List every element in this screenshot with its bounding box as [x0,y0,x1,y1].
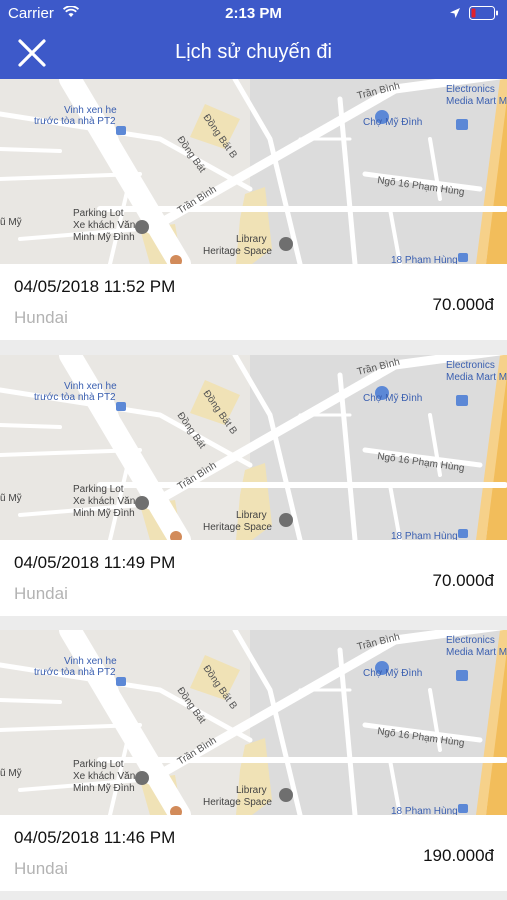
map-label-parking-3: Minh Mỹ Đình [73,783,135,794]
map-label-u-my: ũ Mỹ [0,217,22,228]
clock: 2:13 PM [225,5,282,22]
map-label-pham-hung: 18 Phạm Hùng [391,531,458,540]
map-label-electronics-2: Media Mart M [446,96,507,107]
trip-datetime: 04/05/2018 11:52 PM [14,277,176,296]
map-label-library-1: Library [236,234,267,245]
map-label-pham-hung: 18 Phạm Hùng [391,255,458,264]
map-label-parking-2: Xe khách Văn [73,220,135,231]
map-image: Trần Bình ElectronicsMedia Mart MChợ Mỹ Đ… [0,79,507,264]
map-image: Trần Bình ElectronicsMedia Mart MChợ Mỹ Đ… [0,630,507,815]
map-label-library-1: Library [236,785,267,796]
trip-car: Hundai [14,308,68,327]
trip-datetime: 04/05/2018 11:46 PM [14,828,176,847]
trip-card[interactable]: Trần Bình Electronics Media Mart M Chợ Mỹ Đ… [0,79,507,340]
location-arrow-icon [450,8,460,18]
map-label-vinh-xen-2: trước tòa nhà PT2 [34,116,116,127]
map-label-vinh-xen-2: trước tòa nhà PT2 [34,667,116,678]
map-label-parking-1: Parking Lot [73,484,124,495]
trip-price: 70.000đ [432,295,494,314]
map-label-parking-3: Minh Mỹ Đình [73,508,135,519]
battery-icon [469,6,498,20]
trip-price: 190.000đ [423,846,494,865]
trip-car: Hundai [14,859,68,878]
map-label-vinh-xen-1: Vinh xen he [64,381,117,392]
map-label-electronics-2: Media Mart M [446,647,507,658]
map-label-parking-1: Parking Lot [73,208,124,219]
trip-price: 70.000đ [432,571,494,590]
map-label-cho-my-dinh: Chợ Mỹ Đình [363,117,422,128]
trip-map: Trần Bình Electronics Media Mart M Chợ Mỹ Đ… [0,630,507,815]
trip-car: Hundai [14,584,68,603]
map-label-electronics-2: Media Mart M [446,372,507,383]
map-label-library-2: Heritage Space [203,797,272,808]
map-label-electronics-1: Electronics [446,84,495,95]
map-label-vinh-xen-2: trước tòa nhà PT2 [34,392,116,403]
page-title: Lịch sử chuyến đi [175,41,332,63]
trip-card[interactable]: Trần Bình Electronics Media Mart M Chợ Mỹ Đ… [0,355,507,616]
map-label-cho-my-dinh: Chợ Mỹ Đình [363,393,422,404]
trip-card[interactable]: Trần Bình Electronics Media Mart M Chợ Mỹ Đ… [0,630,507,891]
trip-datetime: 04/05/2018 11:49 PM [14,553,176,572]
map-label-electronics-1: Electronics [446,360,495,371]
map-label-parking-2: Xe khách Văn [73,771,135,782]
map-label-u-my: ũ Mỹ [0,768,22,779]
map-label-library-2: Heritage Space [203,246,272,257]
map-label-library-2: Heritage Space [203,522,272,533]
map-label-pham-hung: 18 Phạm Hùng [391,806,458,815]
app-header: Carrier 2:13 PM Lịch sử chuyến đi [0,0,507,79]
map-label-cho-my-dinh: Chợ Mỹ Đình [363,668,422,679]
trip-map: Trần Bình Electronics Media Mart M Chợ Mỹ Đ… [0,355,507,540]
map-label-vinh-xen-1: Vinh xen he [64,105,117,116]
map-label-electronics-1: Electronics [446,635,495,646]
map-label-vinh-xen-1: Vinh xen he [64,656,117,667]
map-label-parking-2: Xe khách Văn [73,496,135,507]
map-image: Trần Bình ElectronicsMedia Mart MChợ Mỹ Đ… [0,355,507,540]
status-bar: Carrier 2:13 PM [0,0,507,28]
map-label-parking-3: Minh Mỹ Đình [73,232,135,243]
map-label-parking-1: Parking Lot [73,759,124,770]
map-label-library-1: Library [236,510,267,521]
trip-map: Trần Bình Electronics Media Mart M Chợ Mỹ Đ… [0,79,507,264]
map-label-u-my: ũ Mỹ [0,493,22,504]
